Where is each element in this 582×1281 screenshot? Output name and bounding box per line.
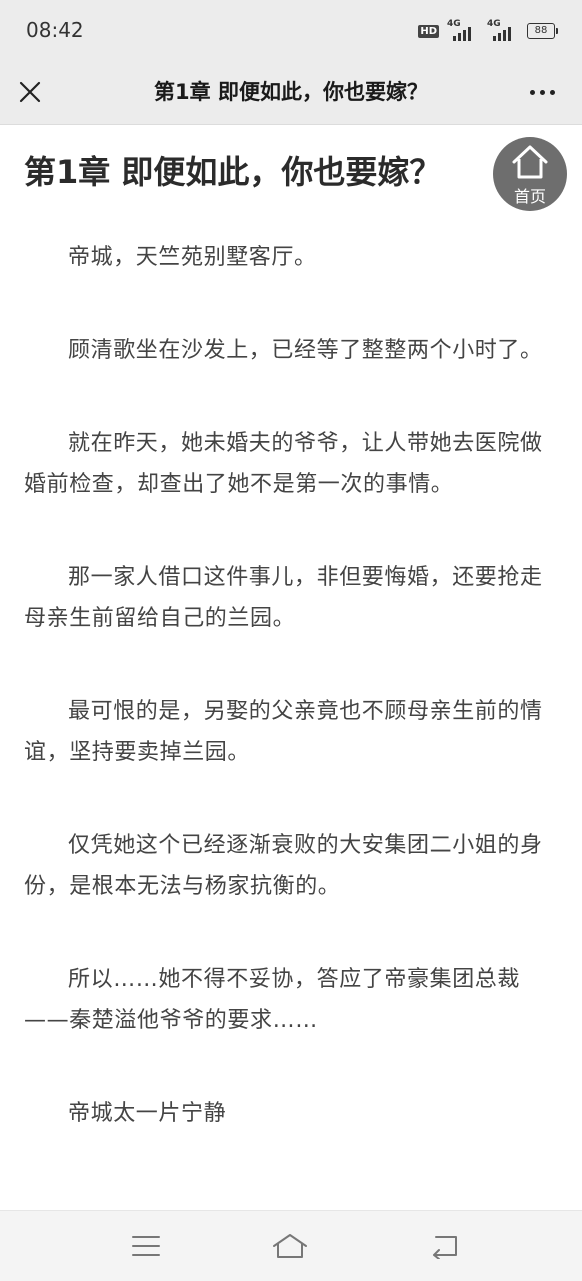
signal-icon: 4G <box>487 19 519 41</box>
nav-title: 第1章 即便如此，你也要嫁？ <box>154 80 428 104</box>
battery-level: 88 <box>527 23 555 39</box>
paragraph: 顾清歌坐在沙发上，已经等了整整两个小时了。 <box>68 338 543 363</box>
close-icon[interactable] <box>12 74 48 110</box>
system-nav-bar <box>0 1210 582 1281</box>
home-button-label: 首页 <box>513 187 546 206</box>
paragraph: 仅凭她这个已经逐渐衰败的大安集团二小姐的身份，是根本无法与杨家抗衡的。 <box>24 833 543 899</box>
paragraph: 最可恨的是，另娶的父亲竟也不顾母亲生前的情谊，坚持要卖掉兰园。 <box>24 699 543 765</box>
status-icons: HD 4G 4G 88 <box>418 19 558 42</box>
menu-icon[interactable] <box>126 1229 166 1263</box>
chapter-title: 第1章 即便如此，你也要嫁？ <box>24 153 442 191</box>
paragraph: 那一家人借口这件事儿，非但要悔婚，还要抢走母亲生前留给自己的兰园。 <box>24 565 543 631</box>
status-bar: 08:42 HD 4G 4G 88 <box>0 0 582 62</box>
home-button[interactable]: 首页 <box>493 137 567 211</box>
reader-content[interactable]: 第1章 即便如此，你也要嫁？ 首页 帝城，天竺苑别墅客厅。 顾清歌坐在沙发上，已… <box>0 125 582 1210</box>
signal-icon: 4G <box>447 19 479 41</box>
paragraph: 帝城，天竺苑别墅客厅。 <box>68 245 317 270</box>
paragraph: 帝城太一片宁静 <box>68 1101 227 1126</box>
back-icon[interactable] <box>424 1229 464 1263</box>
home-icon <box>512 145 548 179</box>
status-time: 08:42 <box>26 18 84 42</box>
chapter-body: 帝城，天竺苑别墅客厅。 顾清歌坐在沙发上，已经等了整整两个小时了。 就在昨天，她… <box>24 237 558 1186</box>
home-icon[interactable] <box>270 1229 310 1263</box>
nav-bar: 第1章 即便如此，你也要嫁？ <box>0 62 582 125</box>
paragraph: 所以……她不得不妥协，答应了帝豪集团总裁——秦楚溢他爷爷的要求…… <box>24 967 521 1033</box>
hd-icon: HD <box>418 24 439 38</box>
more-dots-icon[interactable] <box>520 76 564 108</box>
battery-icon: 88 <box>527 23 558 39</box>
paragraph: 就在昨天，她未婚夫的爷爷，让人带她去医院做婚前检查，却查出了她不是第一次的事情。 <box>24 431 543 497</box>
